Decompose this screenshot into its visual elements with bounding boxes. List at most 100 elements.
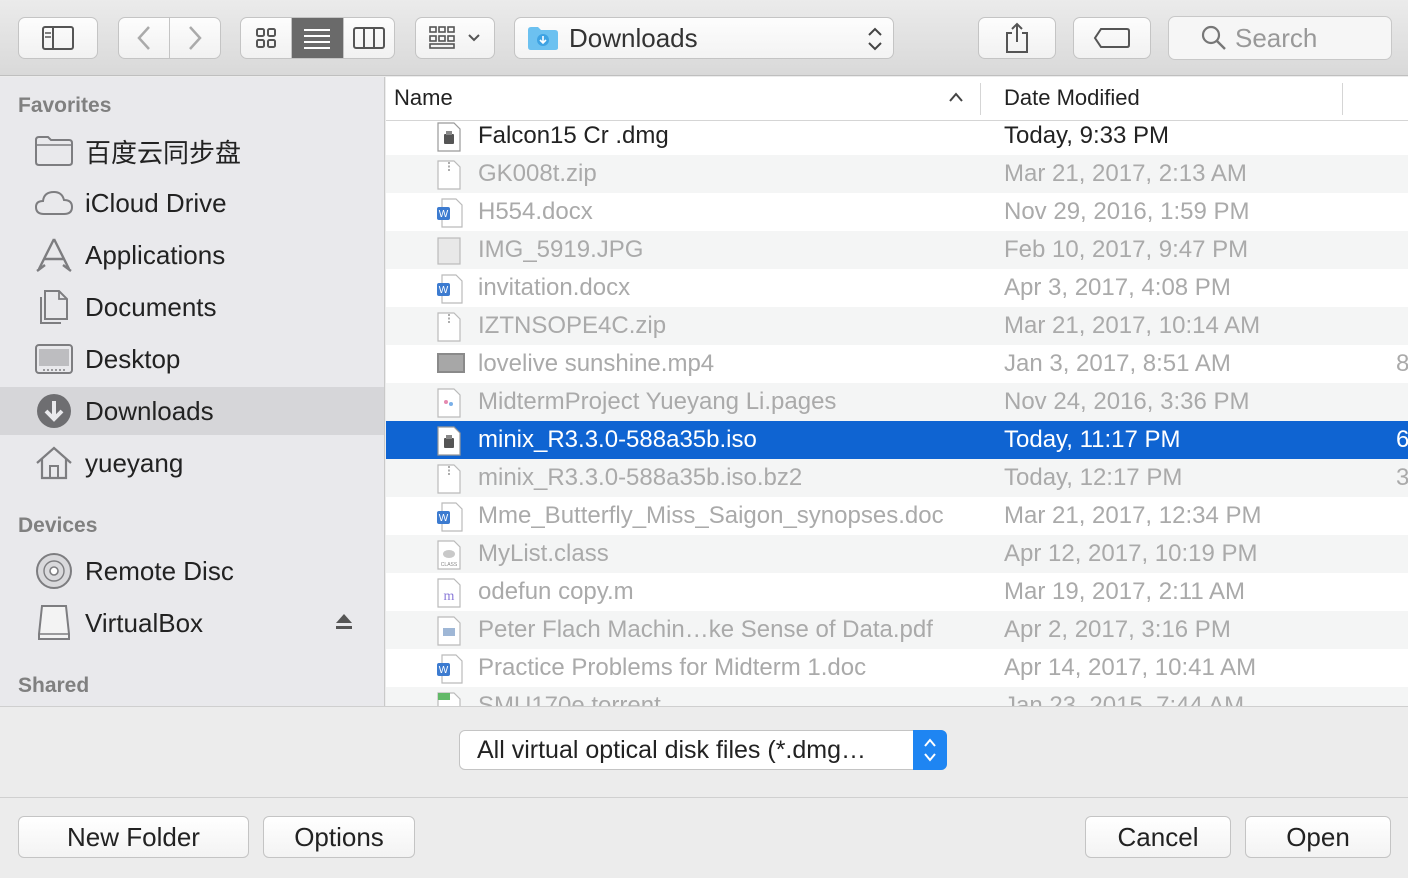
column-divider[interactable] (980, 83, 981, 115)
column-header-name[interactable]: Name (394, 85, 453, 111)
file-row[interactable]: SMU170e.torrent Jan 23, 2015, 7:44 AM (386, 687, 1408, 706)
svg-text:CLASS: CLASS (441, 562, 458, 568)
tag-icon (1093, 28, 1130, 48)
file-row[interactable]: IMG_5919.JPG Feb 10, 2017, 9:47 PM (386, 231, 1408, 269)
zip-icon (436, 464, 462, 494)
sidebar-item-applications[interactable]: Applications (0, 231, 384, 279)
file-row[interactable]: Falcon15 Cr .dmg Today, 9:33 PM (386, 117, 1408, 155)
file-row[interactable]: CLASS MyList.class Apr 12, 2017, 10:19 PM (386, 535, 1408, 573)
file-date-modified: Mar 21, 2017, 10:14 AM (1004, 312, 1261, 339)
sidebar-item-baidu[interactable]: 百度云同步盘 (0, 127, 384, 175)
file-row[interactable]: lovelive sunshine.mp4 Jan 3, 2017, 8:51 A… (386, 345, 1408, 383)
column-view-button[interactable] (344, 18, 394, 58)
file-row[interactable]: minix_R3.3.0-588a35b.iso.bz2 Today, 12:17… (386, 459, 1408, 497)
image-icon (436, 236, 462, 266)
new-folder-button[interactable]: New Folder (18, 816, 249, 858)
sort-ascending-icon (949, 92, 963, 102)
sidebar-item-desktop[interactable]: Desktop (0, 335, 384, 383)
sidebar-item-label: Desktop (85, 343, 181, 374)
arrange-menu-button[interactable] (415, 17, 495, 59)
file-name: Peter Flach Machin…ke Sense of Data.pdf (478, 616, 933, 643)
disk-image-icon (436, 122, 462, 152)
file-row[interactable]: GK008t.zip Mar 21, 2017, 2:13 AM (386, 155, 1408, 193)
open-button[interactable]: Open (1245, 816, 1391, 858)
disk-image-icon (436, 426, 462, 456)
column-header-date-modified[interactable]: Date Modified (1004, 85, 1140, 111)
folder-icon (34, 131, 74, 171)
pages-icon (436, 388, 462, 418)
path-popup[interactable]: Downloads (514, 17, 894, 59)
video-icon (436, 350, 465, 380)
file-date-modified: Mar 19, 2017, 2:11 AM (1004, 578, 1246, 605)
arrange-grid-icon (429, 26, 455, 49)
file-row[interactable]: Winvitation.docx Apr 3, 2017, 4:08 PM (386, 269, 1408, 307)
list-header: Name Date Modified (386, 77, 1408, 121)
zip-icon (436, 160, 462, 190)
sidebar-item-label: Applications (85, 239, 226, 270)
file-type-stepper[interactable] (913, 730, 947, 770)
file-name: H554.docx (478, 198, 593, 225)
share-icon (1006, 22, 1028, 53)
file-row[interactable]: IZTNSOPE4C.zip Mar 21, 2017, 10:14 AM (386, 307, 1408, 345)
class-file-icon: CLASS (436, 540, 462, 570)
file-name: minix_R3.3.0-588a35b.iso.bz2 (478, 464, 803, 491)
file-date-modified: Mar 21, 2017, 12:34 PM (1004, 502, 1262, 529)
file-type-popup[interactable]: All virtual optical disk files (*.dmg… (459, 730, 947, 770)
chevron-left-icon (137, 26, 150, 50)
file-row[interactable]: m odefun copy.m Mar 19, 2017, 2:11 AM (386, 573, 1408, 611)
sidebar: Favorites 百度云同步盘 iCloud Drive Applicatio… (0, 77, 385, 706)
list-view-button[interactable] (292, 18, 344, 58)
file-row[interactable]: W H554.docx Nov 29, 2016, 1:59 PM (386, 193, 1408, 231)
sidebar-toggle-button[interactable] (18, 17, 98, 59)
edit-tags-button[interactable] (1073, 17, 1151, 59)
file-name: MidtermProject Yueyang Li.pages (478, 388, 837, 415)
file-row[interactable]: Peter Flach Machin…ke Sense of Data.pdf A… (386, 611, 1408, 649)
drive-icon (34, 603, 74, 643)
file-row[interactable]: MidtermProject Yueyang Li.pages Nov 24, 2… (386, 383, 1408, 421)
search-field[interactable]: Search (1168, 16, 1392, 60)
options-button[interactable]: Options (263, 816, 415, 858)
icon-view-icon (256, 28, 277, 48)
file-name: invitation.docx (478, 274, 631, 301)
file-name: MyList.class (478, 540, 609, 567)
svg-text:m: m (444, 589, 455, 604)
share-button[interactable] (978, 17, 1056, 59)
file-date-modified: Jan 23, 2015, 7:44 AM (1004, 692, 1245, 706)
icon-view-button[interactable] (241, 18, 293, 58)
cancel-button[interactable]: Cancel (1085, 816, 1231, 858)
sidebar-item-icloud[interactable]: iCloud Drive (0, 179, 384, 227)
file-row[interactable]: W Mme_Butterfly_Miss_Saigon_synopses.doc M… (386, 497, 1408, 535)
column-divider[interactable] (1342, 83, 1343, 115)
sidebar-item-documents[interactable]: Documents (0, 283, 384, 331)
sidebar-item-downloads[interactable]: Downloads (0, 387, 384, 435)
sidebar-item-virtualbox[interactable]: VirtualBox (0, 599, 384, 647)
sidebar-item-label: Downloads (85, 395, 214, 426)
file-row[interactable]: W Practice Problems for Midterm 1.doc Apr … (386, 649, 1408, 687)
shared-header: Shared (18, 674, 90, 697)
file-row[interactable]: minix_R3.3.0-588a35b.iso Today, 11:17 PM 6 (386, 421, 1408, 459)
sidebar-item-home[interactable]: yueyang (0, 439, 384, 487)
toolbar: Downloads Search (0, 0, 1408, 76)
updown-arrows-icon (924, 738, 936, 762)
chevron-down-icon (468, 34, 480, 42)
view-mode-segment (240, 17, 395, 59)
file-date-modified: Apr 3, 2017, 4:08 PM (1004, 274, 1231, 301)
sidebar-item-label: Remote Disc (85, 555, 234, 586)
file-date-modified: Today, 12:17 PM (1004, 464, 1183, 491)
forward-button[interactable] (170, 18, 221, 58)
eject-icon[interactable] (334, 611, 354, 631)
search-icon (1201, 25, 1226, 50)
word-icon: W (436, 198, 463, 228)
devices-header: Devices (18, 514, 98, 537)
file-name: SMU170e.torrent (478, 692, 661, 706)
torrent-icon (436, 692, 462, 706)
sidebar-item-remote-disc[interactable]: Remote Disc (0, 547, 384, 595)
svg-text:W: W (439, 285, 449, 296)
sidebar-item-label: yueyang (85, 447, 184, 478)
back-button[interactable] (119, 18, 170, 58)
m-file-icon: m (436, 578, 462, 608)
file-date-modified: Feb 10, 2017, 9:47 PM (1004, 236, 1249, 263)
favorites-header: Favorites (18, 94, 112, 117)
divider (0, 797, 1408, 798)
svg-text:W: W (439, 513, 449, 524)
